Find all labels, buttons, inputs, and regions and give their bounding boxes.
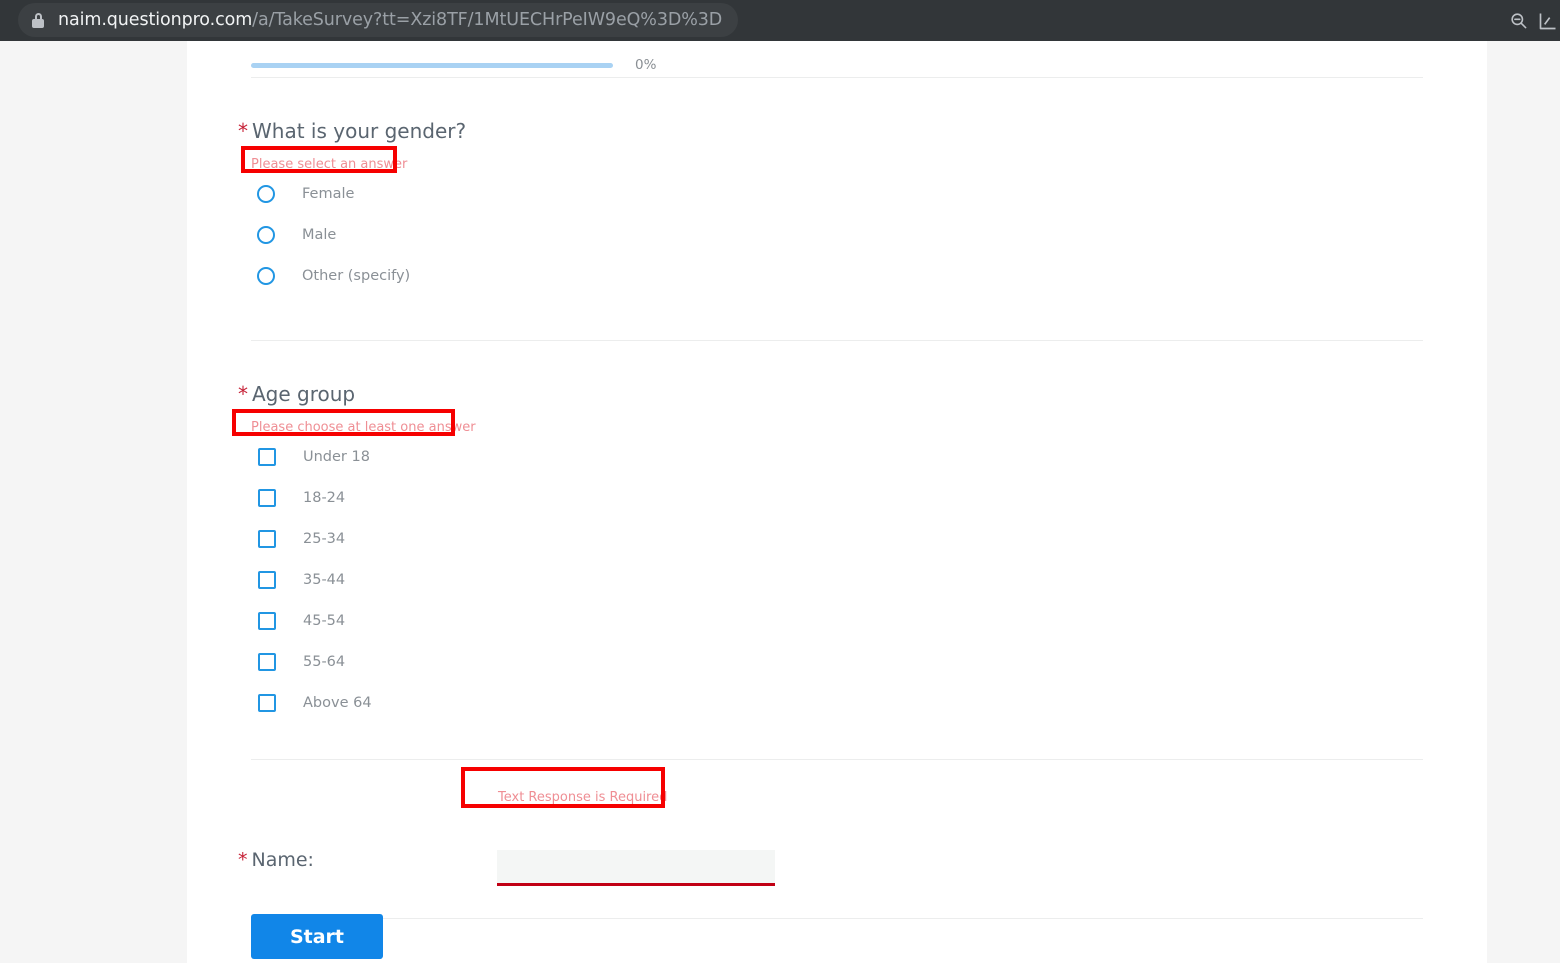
- url-text: naim.questionpro.com/a/TakeSurvey?tt=Xzi…: [58, 10, 722, 30]
- option-age-18-24[interactable]: 18-24: [258, 489, 345, 507]
- checkbox-icon[interactable]: [258, 448, 276, 466]
- browser-toolbar: naim.questionpro.com/a/TakeSurvey?tt=Xzi…: [0, 0, 1560, 41]
- option-gender-male[interactable]: Male: [257, 226, 336, 244]
- option-age-above-64[interactable]: Above 64: [258, 694, 372, 712]
- option-gender-female[interactable]: Female: [257, 185, 354, 203]
- page-background: 0% * What is your gender? Please select a…: [0, 41, 1560, 963]
- error-message-gender: Please select an answer: [251, 157, 408, 172]
- option-label: 35-44: [303, 572, 346, 588]
- extension-icon[interactable]: [1538, 0, 1560, 41]
- option-label: 25-34: [303, 531, 346, 547]
- question-text: What is your gender?: [252, 119, 467, 143]
- option-age-35-44[interactable]: 35-44: [258, 571, 345, 589]
- option-label: Male: [302, 227, 337, 243]
- checkbox-icon[interactable]: [258, 530, 276, 548]
- checkbox-icon[interactable]: [258, 571, 276, 589]
- name-input[interactable]: [497, 850, 775, 886]
- progress-label: 0%: [635, 57, 657, 73]
- option-age-55-64[interactable]: 55-64: [258, 653, 345, 671]
- error-message-age-group: Please choose at least one answer: [251, 420, 476, 435]
- progress-row: 0%: [251, 57, 1423, 73]
- option-age-25-34[interactable]: 25-34: [258, 530, 345, 548]
- checkbox-icon[interactable]: [258, 612, 276, 630]
- option-label: 55-64: [303, 654, 346, 670]
- question-title-name: * Name:: [238, 849, 314, 871]
- option-label: Above 64: [303, 695, 372, 711]
- address-bar[interactable]: naim.questionpro.com/a/TakeSurvey?tt=Xzi…: [18, 3, 739, 37]
- question-text: Name:: [251, 849, 314, 871]
- radio-icon[interactable]: [257, 267, 275, 285]
- start-button[interactable]: Start: [251, 914, 383, 959]
- divider-top: [251, 77, 1423, 78]
- divider-after-gender: [251, 340, 1423, 341]
- divider-before-start: [251, 918, 1423, 919]
- required-asterisk: *: [238, 382, 248, 406]
- radio-icon[interactable]: [257, 226, 275, 244]
- error-message-name: Text Response is Required: [498, 790, 668, 805]
- question-title-gender: * What is your gender?: [238, 119, 466, 143]
- url-path: /a/TakeSurvey?tt=Xzi8TF/1MtUECHrPeIW9eQ%…: [252, 10, 723, 30]
- option-label: Female: [302, 186, 355, 202]
- lock-icon: [32, 12, 44, 28]
- option-age-under-18[interactable]: Under 18: [258, 448, 370, 466]
- option-gender-other[interactable]: Other (specify): [257, 267, 410, 285]
- divider-after-age: [251, 759, 1423, 760]
- progress-bar: [251, 62, 613, 68]
- question-text: Age group: [252, 382, 356, 406]
- required-asterisk: *: [238, 849, 248, 871]
- option-label: 45-54: [303, 613, 346, 629]
- question-title-age-group: * Age group: [238, 382, 355, 406]
- survey-card: 0% * What is your gender? Please select a…: [187, 41, 1487, 963]
- required-asterisk: *: [238, 119, 248, 143]
- zoom-out-icon[interactable]: [1498, 0, 1538, 41]
- radio-icon[interactable]: [257, 185, 275, 203]
- checkbox-icon[interactable]: [258, 694, 276, 712]
- option-label: 18-24: [303, 490, 346, 506]
- option-label: Other (specify): [302, 268, 411, 284]
- option-age-45-54[interactable]: 45-54: [258, 612, 345, 630]
- checkbox-icon[interactable]: [258, 653, 276, 671]
- url-host: naim.questionpro.com: [58, 10, 253, 30]
- toolbar-icons: [1498, 0, 1560, 41]
- checkbox-icon[interactable]: [258, 489, 276, 507]
- option-label: Under 18: [303, 449, 370, 465]
